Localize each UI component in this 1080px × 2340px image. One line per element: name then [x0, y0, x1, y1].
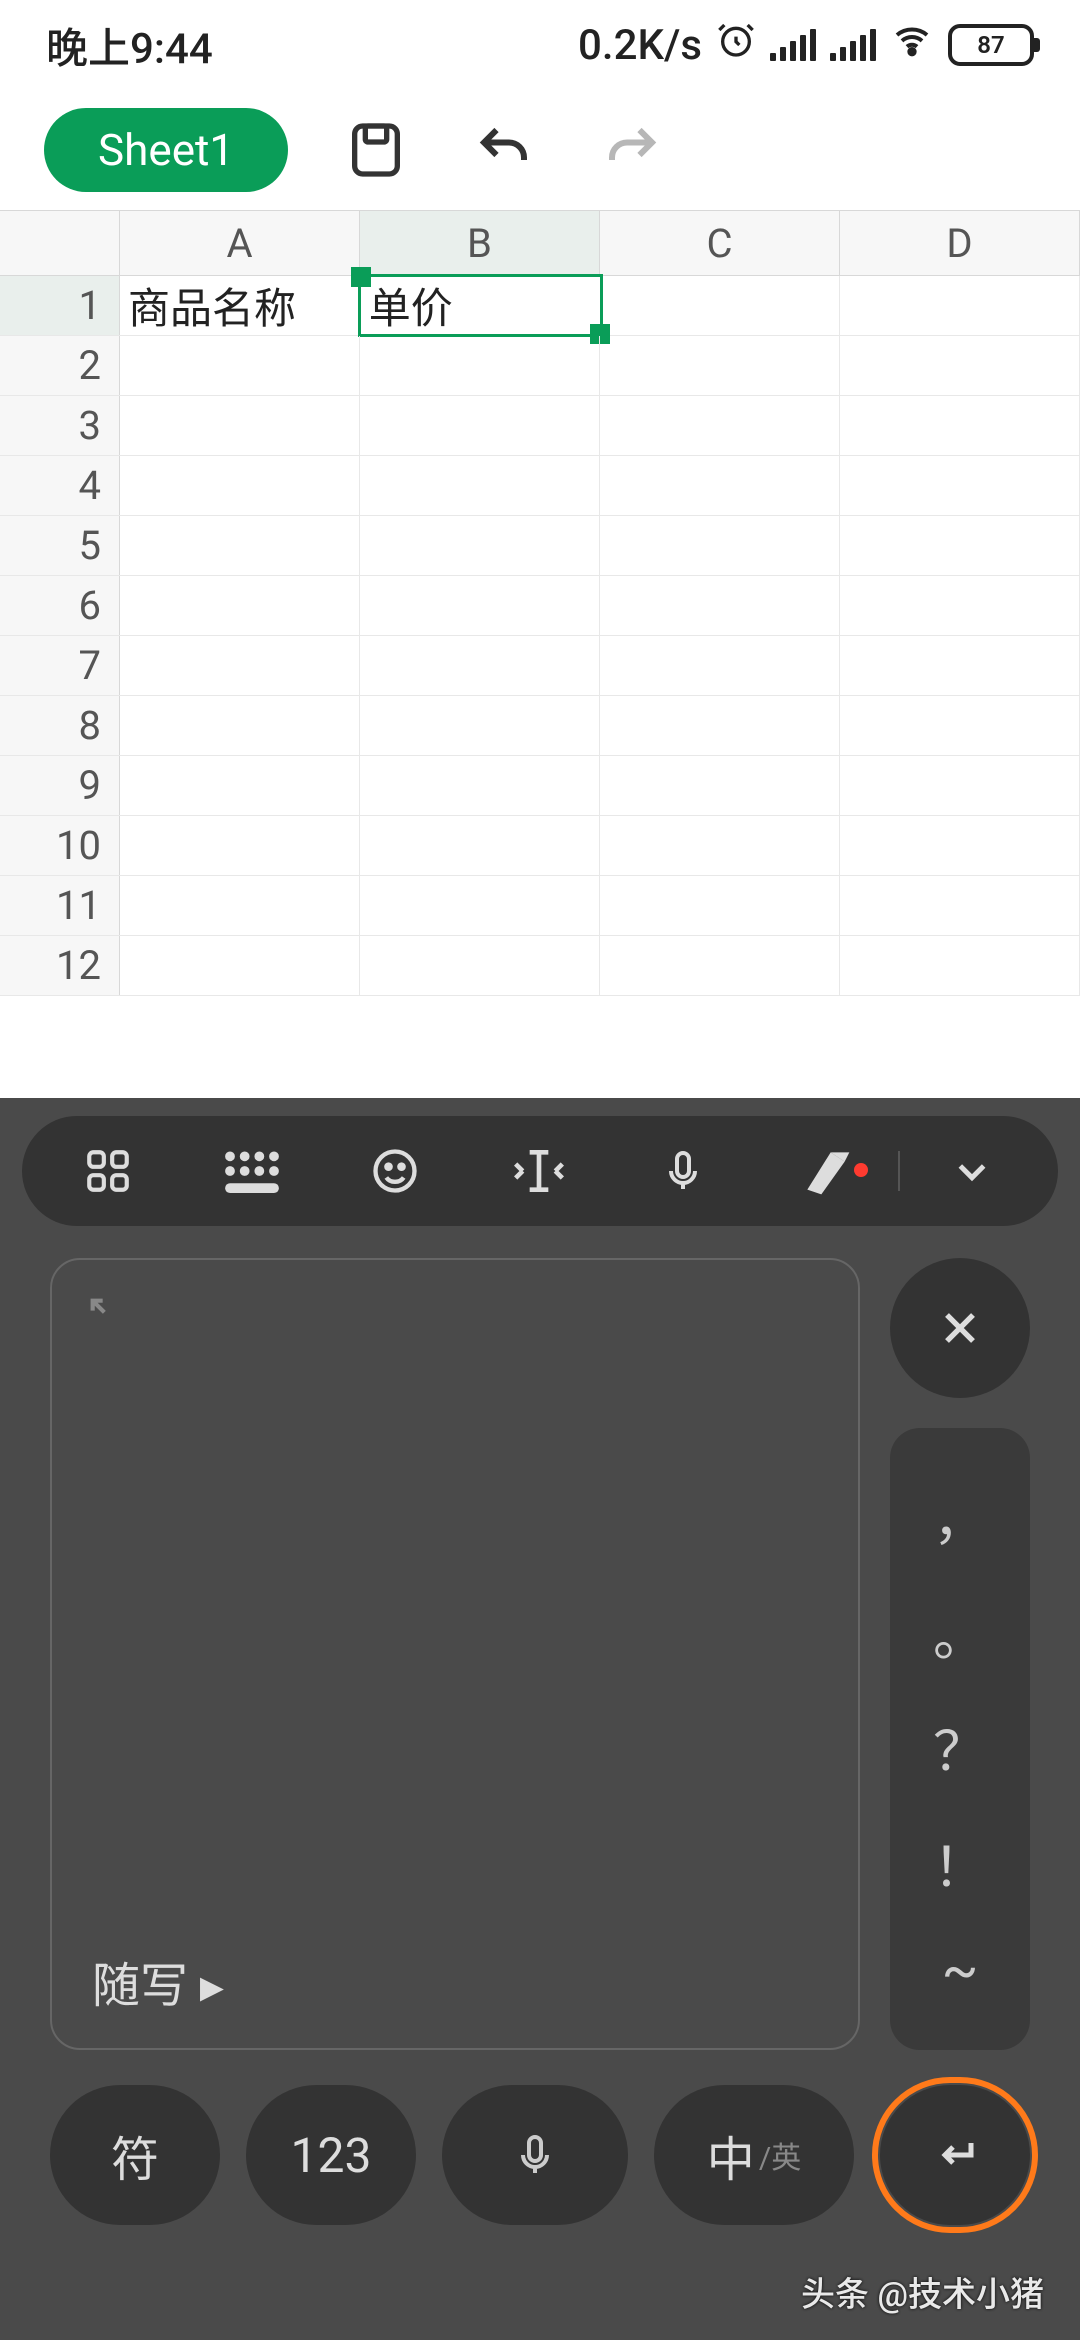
save-icon[interactable]: [336, 110, 416, 190]
kb-space-button[interactable]: [442, 2085, 628, 2225]
row-header-12[interactable]: 12: [0, 936, 120, 995]
row-header-6[interactable]: 6: [0, 576, 120, 635]
kb-collapse-icon[interactable]: [898, 1151, 1044, 1191]
keyboard-toolbar: [22, 1116, 1058, 1226]
watermark: 头条 @技术小猪: [801, 2267, 1044, 2316]
row-header-11[interactable]: 11: [0, 876, 120, 935]
ime-keyboard: 随写 ▸ ， 。 ？ ！ ~ 符 123 中/英: [0, 1098, 1080, 2340]
col-header-C[interactable]: C: [600, 211, 840, 275]
undo-icon[interactable]: [464, 110, 544, 190]
kb-question[interactable]: ？: [933, 1707, 987, 1786]
status-bar: 晚上9:44 0.2K/s 87: [0, 0, 1080, 90]
row-1: 1 商品名称 单价: [0, 276, 1080, 336]
row-header-3[interactable]: 3: [0, 396, 120, 455]
redo-icon[interactable]: [592, 110, 672, 190]
row-header-9[interactable]: 9: [0, 756, 120, 815]
cell-C1[interactable]: [601, 276, 841, 335]
kb-exclaim[interactable]: ！: [933, 1823, 987, 1902]
alarm-icon: [716, 20, 756, 71]
cell-A1[interactable]: 商品名称: [120, 276, 360, 335]
cell-B2[interactable]: [360, 336, 600, 395]
col-header-D[interactable]: D: [840, 211, 1080, 275]
signal-icon-2: [830, 29, 876, 61]
grid-corner[interactable]: [0, 211, 120, 275]
battery-icon: 87: [948, 24, 1034, 66]
kb-edit-icon[interactable]: [467, 1143, 611, 1199]
cell-C2[interactable]: [600, 336, 840, 395]
handwriting-area[interactable]: 随写 ▸: [50, 1258, 860, 2050]
sheet-tab[interactable]: Sheet1: [44, 108, 288, 192]
row-header-1[interactable]: 1: [0, 276, 120, 335]
kb-comma[interactable]: ，: [933, 1476, 987, 1555]
kb-mic-icon[interactable]: [611, 1143, 755, 1199]
status-net: 0.2K/s: [578, 21, 702, 70]
kb-period[interactable]: 。: [933, 1592, 987, 1671]
keyboard-bottom-row: 符 123 中/英: [50, 2080, 1030, 2230]
cell-D2[interactable]: [840, 336, 1080, 395]
app-toolbar: Sheet1: [0, 90, 1080, 210]
row-header-5[interactable]: 5: [0, 516, 120, 575]
kb-symbol-button[interactable]: 符: [50, 2085, 220, 2225]
kb-punctuation-column: ， 。 ？ ！ ~: [890, 1428, 1030, 2050]
kb-keyboard-icon[interactable]: [180, 1149, 324, 1193]
cell-A2[interactable]: [120, 336, 360, 395]
kb-tilde[interactable]: ~: [942, 1939, 979, 2002]
spreadsheet-grid[interactable]: A B C D 1 商品名称 单价 2 3 4 5 6 7 8 9 10 11 …: [0, 210, 1080, 996]
column-header-row: A B C D: [0, 210, 1080, 276]
row-header-2[interactable]: 2: [0, 336, 120, 395]
status-time: 晚上9:44: [46, 15, 213, 76]
cell-D1[interactable]: [840, 276, 1080, 335]
row-header-8[interactable]: 8: [0, 696, 120, 755]
handwriting-label: 随写 ▸: [92, 1946, 224, 2016]
kb-language-button[interactable]: 中/英: [654, 2085, 854, 2225]
col-header-A[interactable]: A: [120, 211, 360, 275]
row-header-7[interactable]: 7: [0, 636, 120, 695]
row-header-4[interactable]: 4: [0, 456, 120, 515]
kb-enter-button[interactable]: [880, 2085, 1030, 2225]
kb-emoji-icon[interactable]: [323, 1145, 467, 1197]
row-header-10[interactable]: 10: [0, 816, 120, 875]
kb-backspace-button[interactable]: [890, 1258, 1030, 1398]
kb-apps-icon[interactable]: [36, 1146, 180, 1196]
signal-icon-1: [770, 29, 816, 61]
wifi-icon: [890, 20, 934, 71]
col-header-B[interactable]: B: [360, 211, 600, 275]
cell-B1[interactable]: 单价: [358, 274, 603, 337]
kb-number-button[interactable]: 123: [246, 2085, 416, 2225]
kb-theme-icon[interactable]: [755, 1143, 899, 1199]
expand-icon: [86, 1294, 126, 1338]
